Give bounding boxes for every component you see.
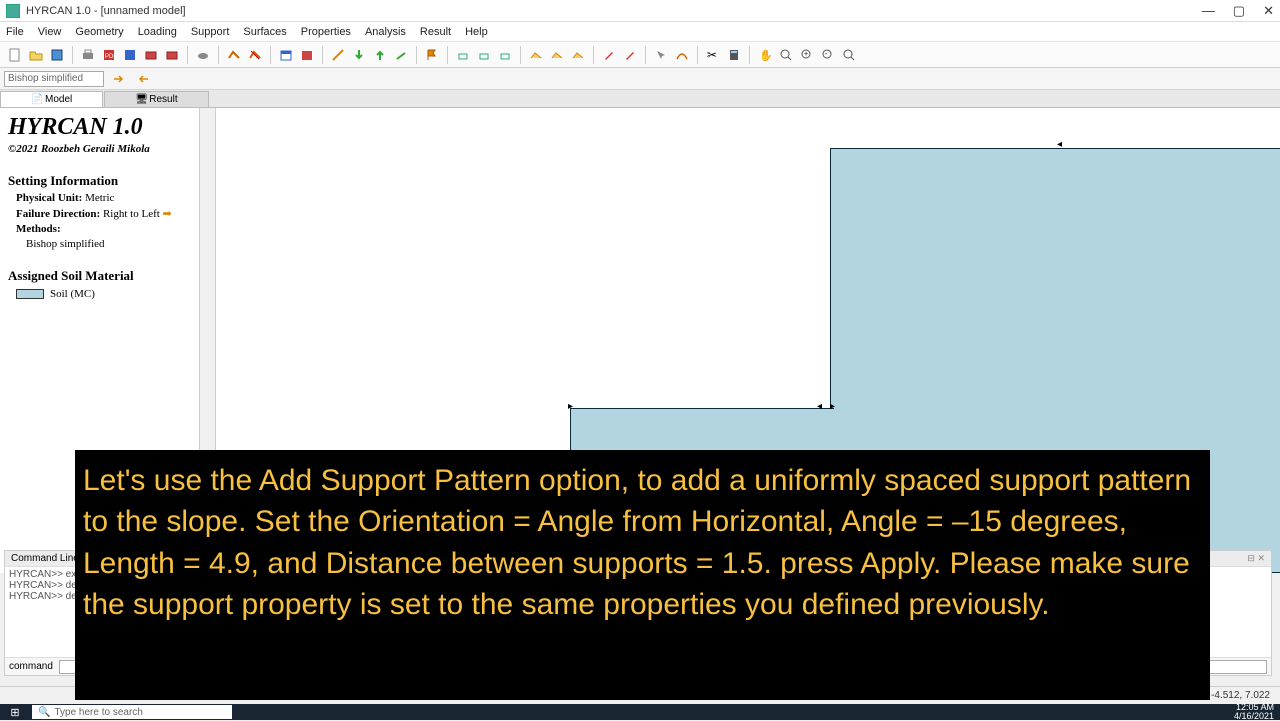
assigned-header: Assigned Soil Material (8, 268, 191, 284)
menu-file[interactable]: File (6, 26, 24, 38)
pdf-icon[interactable]: PDF (100, 46, 118, 64)
open-icon[interactable] (27, 46, 45, 64)
menu-view[interactable]: View (38, 26, 62, 38)
flag-icon[interactable] (423, 46, 441, 64)
svg-text:+: + (804, 51, 808, 58)
grid-icon[interactable] (121, 46, 139, 64)
menu-surfaces[interactable]: Surfaces (243, 26, 286, 38)
methods-value: Bishop simplified (8, 238, 191, 250)
arrow-up-icon[interactable] (371, 46, 389, 64)
menu-result[interactable]: Result (420, 26, 451, 38)
svg-text:✂: ✂ (707, 48, 717, 62)
soil-swatch (16, 289, 44, 299)
failure-arrow-icon: ➡ (163, 208, 172, 220)
scissors-icon[interactable]: ✂ (704, 46, 722, 64)
tab-result[interactable]: 🖥Result (104, 91, 208, 107)
chart-icon[interactable] (298, 46, 316, 64)
svg-text:-: - (825, 51, 828, 58)
command-label: command (9, 661, 53, 672)
cloud-icon[interactable] (194, 46, 212, 64)
window-title: HYRCAN 1.0 - [unnamed model] (26, 5, 1202, 17)
zoom-in-icon[interactable]: + (798, 46, 816, 64)
minimize-button[interactable]: — (1202, 3, 1215, 19)
vertex-marker[interactable]: ▸ (830, 401, 835, 412)
surface2-icon[interactable] (548, 46, 566, 64)
upper-soil-block[interactable] (830, 148, 1280, 409)
menu-bar: File View Geometry Loading Support Surfa… (0, 22, 1280, 42)
direction1-icon[interactable] (110, 70, 128, 88)
surface3-icon[interactable] (569, 46, 587, 64)
vertex-marker[interactable]: ◂ (817, 401, 822, 412)
soil-name: Soil (MC) (50, 288, 95, 300)
main-toolbar: PDF ✂ ✋ + - (0, 42, 1280, 68)
failure-label: Failure Direction: (16, 208, 100, 220)
physical-unit-label: Physical Unit: (16, 192, 82, 204)
boundary-icon[interactable] (225, 46, 243, 64)
close-button[interactable]: ✕ (1263, 3, 1274, 19)
calendar-icon[interactable] (277, 46, 295, 64)
tab-model[interactable]: 📄Model (0, 91, 103, 107)
app-icon (6, 4, 20, 18)
support2-icon[interactable] (475, 46, 493, 64)
app-name: HYRCAN 1.0 (8, 114, 191, 141)
svg-text:PDF: PDF (105, 54, 116, 60)
result-tab-icon: 🖥 (135, 94, 145, 104)
failure-value: Right to Left (103, 208, 160, 220)
svg-text:✋: ✋ (759, 49, 772, 62)
taskbar-search[interactable]: 🔍 Type here to search (32, 705, 232, 719)
zoom-out-icon[interactable]: - (819, 46, 837, 64)
maximize-button[interactable]: ▢ (1233, 3, 1245, 19)
print-icon[interactable] (79, 46, 97, 64)
export2-icon[interactable] (163, 46, 181, 64)
pen1-icon[interactable] (600, 46, 618, 64)
zoom-window-icon[interactable] (777, 46, 795, 64)
vertex-marker[interactable]: ▸ (568, 401, 573, 412)
surface1-icon[interactable] (527, 46, 545, 64)
copyright: ©2021 Roozbeh Geraili Mikola (8, 143, 191, 155)
line-icon[interactable] (329, 46, 347, 64)
support3-icon[interactable] (496, 46, 514, 64)
calculator-icon[interactable] (725, 46, 743, 64)
windows-taskbar[interactable]: ⊞ 🔍 Type here to search 12:05 AM 4/16/20… (0, 704, 1280, 720)
menu-help[interactable]: Help (465, 26, 488, 38)
model-tab-icon: 📄 (31, 94, 41, 104)
delete-boundary-icon[interactable] (246, 46, 264, 64)
panel-controls[interactable]: ⊟ ✕ (1247, 553, 1265, 564)
menu-properties[interactable]: Properties (301, 26, 351, 38)
vertex-marker[interactable]: ◂ (1057, 139, 1062, 150)
methods-label: Methods: (16, 223, 61, 235)
cursor-icon[interactable] (652, 46, 670, 64)
save-icon[interactable] (48, 46, 66, 64)
method-dropdown[interactable]: Bishop simplified (4, 71, 104, 87)
direction2-icon[interactable] (134, 70, 152, 88)
menu-geometry[interactable]: Geometry (75, 26, 123, 38)
physical-unit-value: Metric (85, 192, 114, 204)
menu-loading[interactable]: Loading (138, 26, 177, 38)
curve-icon[interactable] (673, 46, 691, 64)
tutorial-caption: Let's use the Add Support Pattern option… (75, 450, 1210, 700)
start-button[interactable]: ⊞ (0, 704, 30, 720)
new-icon[interactable] (6, 46, 24, 64)
coordinates: -4.512, 7.022 (1211, 690, 1270, 701)
support1-icon[interactable] (454, 46, 472, 64)
pan-icon[interactable]: ✋ (756, 46, 774, 64)
menu-support[interactable]: Support (191, 26, 230, 38)
menu-analysis[interactable]: Analysis (365, 26, 406, 38)
setting-header: Setting Information (8, 173, 191, 189)
pen2-icon[interactable] (621, 46, 639, 64)
arrow-angle-icon[interactable] (392, 46, 410, 64)
arrow-down-icon[interactable] (350, 46, 368, 64)
export1-icon[interactable] (142, 46, 160, 64)
system-clock[interactable]: 12:05 AM 4/16/2021 (1234, 703, 1280, 721)
zoom-extents-icon[interactable] (840, 46, 858, 64)
command-header: Command Line (11, 553, 79, 564)
